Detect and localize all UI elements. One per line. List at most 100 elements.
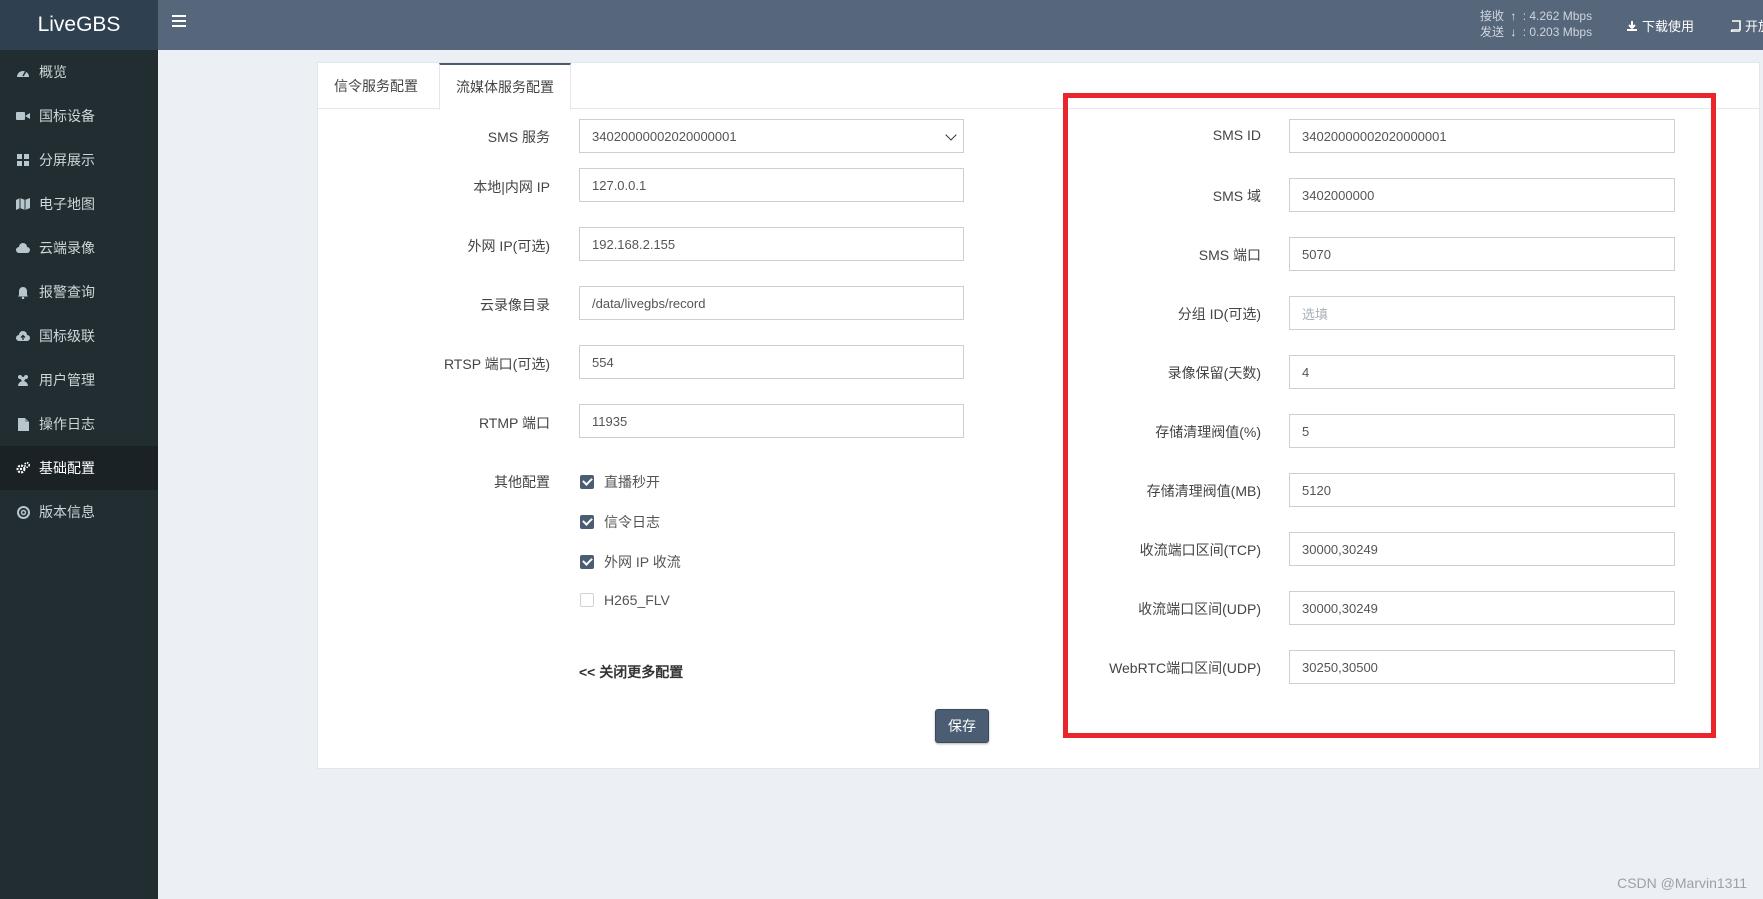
cleanup-threshold-percent-label: 存储清理阀值(%) bbox=[1155, 424, 1261, 440]
webrtc-port-range-label: WebRTC端口区间(UDP) bbox=[1109, 660, 1261, 676]
tcp-port-range-input[interactable]: 30000,30249 bbox=[1289, 532, 1675, 566]
sms-service-select[interactable]: 34020000002020000001 bbox=[579, 119, 964, 153]
book-icon bbox=[1730, 19, 1741, 32]
cleanup-threshold-mb-label: 存储清理阀值(MB) bbox=[1146, 483, 1261, 499]
sms-id-input[interactable]: 34020000002020000001 bbox=[1289, 119, 1675, 153]
file-icon bbox=[16, 417, 30, 431]
checkbox-checked[interactable] bbox=[580, 515, 594, 529]
download-icon bbox=[1627, 20, 1637, 31]
sidebar-item-label: 基础配置 bbox=[39, 460, 95, 476]
sms-id-label: SMS ID bbox=[1212, 127, 1261, 143]
record-retention-input[interactable]: 4 bbox=[1289, 355, 1675, 389]
open-link[interactable]: 开放 bbox=[1729, 16, 1763, 35]
public-ip-label: 外网 IP(可选) bbox=[467, 238, 550, 254]
option-label: 信令日志 bbox=[604, 514, 660, 530]
collapse-more-config-link[interactable]: << 关闭更多配置 bbox=[579, 662, 683, 682]
sidebar-item-overview[interactable]: 概览 bbox=[0, 50, 158, 94]
sms-domain-input[interactable]: 3402000000 bbox=[1289, 178, 1675, 212]
sidebar-item-label: 报警查询 bbox=[39, 284, 95, 300]
local-ip-label: 本地|内网 IP bbox=[473, 179, 550, 195]
sidebar: 概览 国标设备 分屏展示 电子地图 云端录像 报警查询 国标级联 用户管理 操作… bbox=[0, 50, 158, 899]
tcp-port-range-label: 收流端口区间(TCP) bbox=[1139, 542, 1261, 558]
gears-icon bbox=[16, 461, 30, 475]
sidebar-toggle-icon[interactable] bbox=[172, 15, 186, 27]
checkbox-checked[interactable] bbox=[580, 475, 594, 489]
network-stats: 接收 ↑ : 4.262 Mbps 发送 ↓ : 0.203 Mbps bbox=[1480, 9, 1593, 39]
sidebar-item-devices[interactable]: 国标设备 bbox=[0, 94, 158, 138]
open-label: 开放 bbox=[1745, 19, 1763, 34]
sidebar-item-basic-config[interactable]: 基础配置 bbox=[0, 446, 158, 490]
sidebar-item-alarms[interactable]: 报警查询 bbox=[0, 270, 158, 314]
sidebar-item-label: 版本信息 bbox=[39, 504, 95, 520]
app-logo[interactable]: LiveGBS bbox=[0, 0, 158, 50]
sidebar-item-version[interactable]: 版本信息 bbox=[0, 490, 158, 534]
lifebuoy-icon bbox=[16, 505, 30, 519]
other-config-label: 其他配置 bbox=[494, 474, 550, 490]
record-retention-label: 录像保留(天数) bbox=[1167, 365, 1261, 381]
rtmp-port-label: RTMP 端口 bbox=[478, 415, 550, 431]
sidebar-item-label: 操作日志 bbox=[39, 416, 95, 432]
option-h265-flv[interactable]: H265_FLV bbox=[580, 592, 670, 608]
tab-signaling-config[interactable]: 信令服务配置 bbox=[318, 63, 434, 109]
app-title: LiveGBS bbox=[37, 13, 121, 36]
save-button[interactable]: 保存 bbox=[935, 709, 989, 743]
grid-icon bbox=[16, 153, 30, 167]
sidebar-item-logs[interactable]: 操作日志 bbox=[0, 402, 158, 446]
option-signaling-log[interactable]: 信令日志 bbox=[580, 512, 660, 532]
rtsp-port-input[interactable]: 554 bbox=[579, 345, 964, 379]
tab-label: 信令服务配置 bbox=[334, 78, 418, 94]
recv-label: 接收 bbox=[1480, 9, 1505, 23]
arrow-up-icon: ↑ bbox=[1510, 9, 1517, 23]
watermark: CSDN @Marvin1311 bbox=[1617, 875, 1747, 891]
cloud-icon bbox=[16, 241, 30, 255]
rtmp-port-input[interactable]: 11935 bbox=[579, 404, 964, 438]
config-tabs: 信令服务配置 流媒体服务配置 bbox=[318, 63, 1759, 110]
video-camera-icon bbox=[16, 109, 30, 123]
sidebar-item-split-screen[interactable]: 分屏展示 bbox=[0, 138, 158, 182]
sidebar-item-label: 用户管理 bbox=[39, 372, 95, 388]
sms-service-value: 34020000002020000001 bbox=[592, 128, 737, 144]
checkbox-unchecked[interactable] bbox=[580, 593, 594, 607]
arrow-down-icon: ↓ bbox=[1510, 25, 1517, 39]
sidebar-item-cascade[interactable]: 国标级联 bbox=[0, 314, 158, 358]
sidebar-item-map[interactable]: 电子地图 bbox=[0, 182, 158, 226]
chevron-down-icon bbox=[945, 129, 957, 141]
checkbox-checked[interactable] bbox=[580, 555, 594, 569]
sidebar-item-users[interactable]: 用户管理 bbox=[0, 358, 158, 402]
sidebar-item-label: 国标设备 bbox=[39, 108, 95, 124]
sidebar-item-label: 分屏展示 bbox=[39, 152, 95, 168]
option-instant-play[interactable]: 直播秒开 bbox=[580, 472, 660, 492]
option-public-ip-stream[interactable]: 外网 IP 收流 bbox=[580, 552, 681, 572]
sidebar-item-cloud-record[interactable]: 云端录像 bbox=[0, 226, 158, 270]
webrtc-port-range-input[interactable]: 30250,30500 bbox=[1289, 650, 1675, 684]
cleanup-threshold-mb-input[interactable]: 5120 bbox=[1289, 473, 1675, 507]
bell-icon bbox=[16, 285, 30, 299]
send-label: 发送 bbox=[1480, 25, 1505, 39]
option-label: H265_FLV bbox=[604, 592, 670, 608]
udp-port-range-input[interactable]: 30000,30249 bbox=[1289, 591, 1675, 625]
download-link[interactable]: 下载使用 bbox=[1626, 16, 1694, 35]
sidebar-item-label: 概览 bbox=[39, 64, 67, 80]
cleanup-threshold-percent-input[interactable]: 5 bbox=[1289, 414, 1675, 448]
group-id-input[interactable]: 选填 bbox=[1289, 296, 1675, 330]
sms-port-label: SMS 端口 bbox=[1198, 247, 1261, 263]
sms-service-label: SMS 服务 bbox=[487, 129, 550, 145]
users-icon bbox=[16, 373, 30, 387]
rtsp-port-label: RTSP 端口(可选) bbox=[443, 356, 550, 372]
record-dir-input[interactable]: /data/livegbs/record bbox=[579, 286, 964, 320]
tab-media-config[interactable]: 流媒体服务配置 bbox=[439, 63, 571, 110]
tab-label: 流媒体服务配置 bbox=[456, 79, 554, 95]
option-label: 外网 IP 收流 bbox=[604, 554, 681, 570]
sms-domain-label: SMS 域 bbox=[1212, 188, 1261, 204]
dashboard-icon bbox=[16, 65, 30, 79]
sidebar-item-label: 国标级联 bbox=[39, 328, 95, 344]
local-ip-input[interactable]: 127.0.0.1 bbox=[579, 168, 964, 202]
sms-port-input[interactable]: 5070 bbox=[1289, 237, 1675, 271]
record-dir-label: 云录像目录 bbox=[480, 297, 550, 313]
top-navbar: 接收 ↑ : 4.262 Mbps 发送 ↓ : 0.203 Mbps 下载使用… bbox=[158, 0, 1763, 50]
public-ip-input[interactable]: 192.168.2.155 bbox=[579, 227, 964, 261]
sidebar-item-label: 云端录像 bbox=[39, 240, 95, 256]
udp-port-range-label: 收流端口区间(UDP) bbox=[1138, 601, 1261, 617]
sidebar-item-label: 电子地图 bbox=[39, 196, 95, 212]
cloud-upload-icon bbox=[16, 329, 30, 343]
